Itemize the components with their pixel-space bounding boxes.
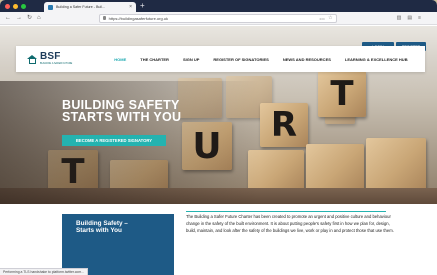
house-icon [27,54,38,64]
intro-section: Building Safety – Starts with You The Bu… [0,204,437,275]
sidebar-icon[interactable]: ▤ [407,15,412,21]
menu-item-news-and-resources[interactable]: NEWS AND RESOURCES [283,57,331,62]
minimize-window-button[interactable] [13,3,18,9]
tab-bar: Building a Safer Future - Buil... × + [0,0,437,12]
become-signatory-button[interactable]: BECOME A REGISTERED SIGNATORY [62,135,166,146]
favicon-icon [48,4,53,10]
page-actions-icon[interactable]: ••• [319,16,325,21]
menu-item-home[interactable]: HOME [114,57,126,62]
logo-tagline: BUILDING A SAFER FUTURE [40,62,73,66]
main-navigation: BSF BUILDING A SAFER FUTURE HOME THE CHA… [16,46,425,72]
status-bar: Performing a TLS handshake to platform.t… [0,268,88,275]
browser-window: Building a Safer Future - Buil... × + ← … [0,0,437,275]
hero-section: R T U T LOGIN REGISTER [0,26,437,204]
web-page: R T U T LOGIN REGISTER [0,26,437,275]
menu-item-sign-up[interactable]: SIGN UP [183,57,199,62]
close-window-button[interactable] [5,3,10,9]
section-divider [186,211,386,212]
window-controls [5,3,26,9]
home-icon[interactable]: ⌂ [37,15,41,21]
toolbar-icons: ▥ ▤ ≡ [397,15,421,21]
back-icon[interactable]: ← [5,15,11,21]
hero-block-t-top: T [318,71,366,117]
url-text[interactable]: https://buildingasaferfuture.org.uk [109,16,317,21]
bsf-logo[interactable]: BSF BUILDING A SAFER FUTURE [27,52,72,65]
intro-card-heading: Building Safety – Starts with You [76,220,128,234]
maximize-window-button[interactable] [21,3,26,9]
hero-block-r: R [260,103,308,147]
menu-item-register-of-signatories[interactable]: REGISTER OF SIGNATORIES [213,57,268,62]
lock-icon [102,16,106,20]
hero-block-front-right [306,144,364,192]
bookmark-star-icon[interactable]: ☆ [328,15,332,21]
nav-buttons: ← → ↻ ⌂ [5,15,41,21]
hero-title-line-2: STARTS WITH YOU [62,110,182,124]
hero-title: BUILDING SAFETY STARTS WITH YOU [62,99,262,124]
browser-tab-active[interactable]: Building a Safer Future - Buil... × [44,2,136,12]
menu-item-learning-excellence-hub[interactable]: LEARNING & EXCELLENCE HUB [345,57,408,62]
menu-icon[interactable]: ≡ [418,15,421,21]
library-icon[interactable]: ▥ [397,15,402,21]
menu-items: HOME THE CHARTER SIGN UP REGISTER OF SIG… [114,57,407,62]
tab-title: Building a Safer Future - Buil... [56,5,105,9]
intro-card: Building Safety – Starts with You [62,214,174,275]
menu-item-the-charter[interactable]: THE CHARTER [140,57,169,62]
reload-icon[interactable]: ↻ [27,15,32,21]
logo-text: BSF [40,51,61,63]
new-tab-button[interactable]: + [140,2,145,10]
address-bar[interactable]: https://buildingasaferfuture.org.uk ••• … [98,13,337,23]
hero-block-front-far-right [366,138,426,192]
forward-icon[interactable]: → [16,15,22,21]
tab-close-icon[interactable]: × [129,4,132,10]
navigation-toolbar: ← → ↻ ⌂ https://buildingasaferfuture.org… [0,12,437,25]
intro-paragraph: The Building a Safer Future Charter has … [186,214,394,233]
